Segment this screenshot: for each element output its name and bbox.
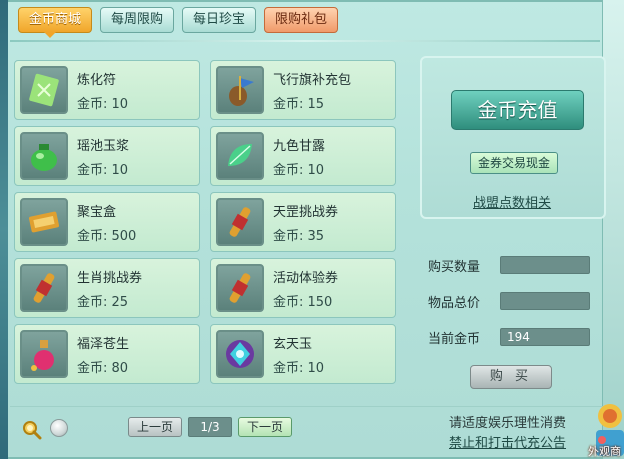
- item-price: 金币: 500: [77, 229, 137, 244]
- alliance-points-link[interactable]: 战盟点数相关: [473, 192, 551, 211]
- item-price: 金币: 150: [273, 295, 333, 310]
- quantity-label: 购买数量: [428, 260, 481, 275]
- talisman-icon: [20, 66, 68, 114]
- active-tab-indicator: [44, 32, 56, 38]
- shop-item[interactable]: 炼化符 金币: 10: [14, 60, 200, 120]
- item-price: 金币: 10: [273, 361, 325, 376]
- total-price-label: 物品总价: [428, 296, 481, 311]
- shop-item[interactable]: 天罡挑战券 金币: 35: [210, 192, 396, 252]
- potion-icon: [20, 330, 68, 378]
- search-icon[interactable]: [22, 420, 42, 440]
- item-name: 九色甘露: [273, 139, 326, 154]
- pagination: 上一页 1/3 下一页: [128, 417, 293, 437]
- tab-weekly-limited[interactable]: 每周限购: [100, 7, 175, 33]
- recharge-button[interactable]: 金币充值: [451, 90, 584, 130]
- mascot-label: 外观商: [588, 445, 621, 458]
- page-indicator: 1/3: [188, 417, 233, 437]
- scroll-icon: [216, 264, 264, 312]
- buy-button[interactable]: 购 买: [470, 365, 552, 389]
- shop-item[interactable]: 活动体验券 金币: 150: [210, 258, 396, 318]
- item-price: 金币: 10: [273, 163, 325, 178]
- shop-item[interactable]: 九色甘露 金币: 10: [210, 126, 396, 186]
- item-price: 金币: 35: [273, 229, 325, 244]
- flag-pack-icon: [216, 66, 264, 114]
- item-name: 飞行旗补充包: [273, 73, 352, 88]
- anti-proxy-recharge-link[interactable]: 禁止和打击代充公告: [449, 432, 566, 451]
- item-name: 活动体验券: [273, 271, 339, 286]
- shop-item[interactable]: 瑶池玉浆 金币: 10: [14, 126, 200, 186]
- circle-button-icon[interactable]: [50, 419, 68, 437]
- next-page-button[interactable]: 下一页: [238, 417, 293, 437]
- tab-gold-shop[interactable]: 金币商城: [18, 7, 93, 33]
- item-price: 金币: 80: [77, 361, 129, 376]
- tab-limited-gift[interactable]: 限购礼包: [264, 7, 339, 33]
- gem-icon: [216, 330, 264, 378]
- divider: [10, 40, 600, 42]
- scroll-icon: [216, 198, 264, 246]
- item-price: 金币: 10: [77, 97, 129, 112]
- current-gold-label: 当前金币: [428, 332, 481, 347]
- current-gold-field: 194: [500, 328, 590, 346]
- item-name: 瑶池玉浆: [77, 139, 130, 154]
- item-name: 福泽苍生: [77, 337, 130, 352]
- shop-item[interactable]: 飞行旗补充包 金币: 15: [210, 60, 396, 120]
- item-name: 聚宝盒: [77, 205, 117, 220]
- item-price: 金币: 10: [77, 163, 129, 178]
- prev-page-button[interactable]: 上一页: [128, 417, 183, 437]
- quantity-input[interactable]: [500, 256, 590, 274]
- shop-item[interactable]: 生肖挑战券 金币: 25: [14, 258, 200, 318]
- tab-daily-treasure[interactable]: 每日珍宝: [182, 7, 257, 33]
- exchange-button[interactable]: 金券交易现金: [470, 152, 558, 174]
- shop-item[interactable]: 聚宝盒 金币: 500: [14, 192, 200, 252]
- total-price-field: [500, 292, 590, 310]
- item-price: 金币: 15: [273, 97, 325, 112]
- treasure-box-icon: [20, 198, 68, 246]
- item-name: 生肖挑战券: [77, 271, 143, 286]
- bottom-divider: [10, 406, 610, 407]
- item-price: 金币: 25: [77, 295, 129, 310]
- item-name: 玄天玉: [273, 337, 313, 352]
- left-border-decoration: [0, 0, 8, 459]
- item-name: 天罡挑战券: [273, 205, 339, 220]
- shop-item[interactable]: 福泽苍生 金币: 80: [14, 324, 200, 384]
- jade-jar-icon: [20, 132, 68, 180]
- scroll-icon: [20, 264, 68, 312]
- notice-text: 请适度娱乐理性消费: [449, 416, 567, 431]
- shop-item[interactable]: 玄天玉 金币: 10: [210, 324, 396, 384]
- leaf-dew-icon: [216, 132, 264, 180]
- item-name: 炼化符: [77, 73, 117, 88]
- tab-bar: 金币商城 每周限购 每日珍宝 限购礼包: [18, 7, 339, 33]
